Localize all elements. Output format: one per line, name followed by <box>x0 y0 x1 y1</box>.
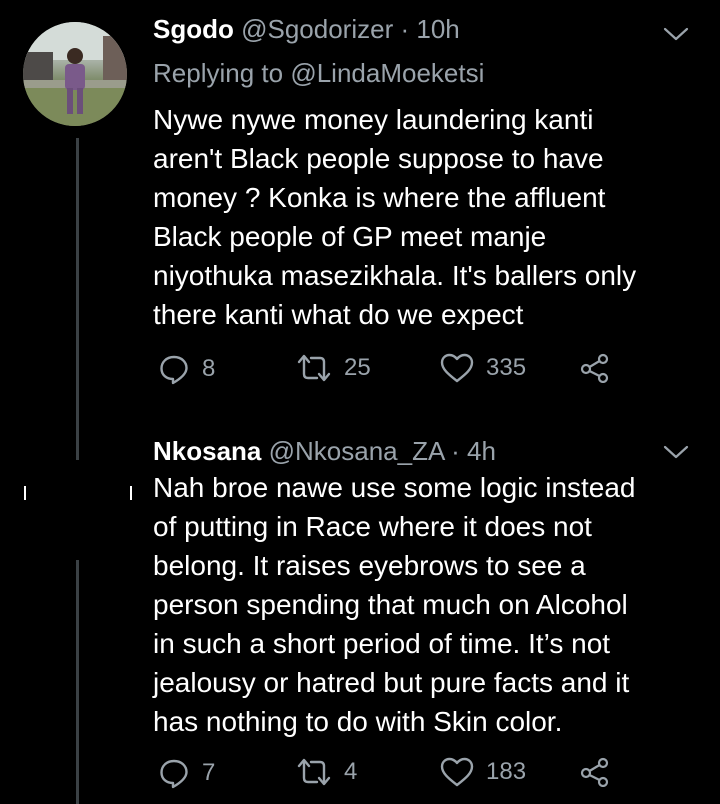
like-button[interactable]: 335 <box>440 353 526 383</box>
tweet-text-line: aren't Black people suppose to have <box>153 143 604 174</box>
display-name[interactable]: Nkosana <box>153 436 261 466</box>
share-icon <box>580 353 609 383</box>
tweet-text-line: Black people of GP meet manje <box>153 221 547 252</box>
tweet-header: Nkosana @Nkosana_ZA · 4h <box>153 436 496 467</box>
retweet-icon <box>297 758 331 786</box>
tweet-actions: 8 25 335 <box>158 353 628 393</box>
thread-line <box>76 560 79 804</box>
heart-icon <box>440 757 474 787</box>
reply-count: 8 <box>202 355 216 382</box>
retweet-button[interactable]: 4 <box>296 757 357 787</box>
tweet-text-line: of putting in Race where it does not <box>153 511 592 542</box>
separator-dot: · <box>400 14 410 44</box>
display-name[interactable]: Sgodo <box>153 14 234 44</box>
tweet-actions: 7 4 183 <box>158 757 628 797</box>
timestamp[interactable]: 10h <box>416 14 459 44</box>
tweet-text: Nywe nywe money laundering kanti aren't … <box>153 100 693 334</box>
tweet-text-line: in such a short period of time. It’s not <box>153 628 611 659</box>
tweet-text-line: jealousy or hatred but pure facts and it <box>153 667 630 698</box>
chevron-down-icon[interactable] <box>662 442 690 462</box>
like-button[interactable]: 183 <box>440 757 526 787</box>
replying-to-handle[interactable]: @LindaMoeketsi <box>290 58 484 88</box>
tweet-text-line: money ? Konka is where the affluent <box>153 182 606 213</box>
tweet-text-line: belong. It raises eyebrows to see a <box>153 550 586 581</box>
user-handle[interactable]: @Nkosana_ZA <box>269 436 444 466</box>
user-handle[interactable]: @Sgodorizer <box>241 14 393 44</box>
tweet-text-line: niyothuka masezikhala. It's ballers only <box>153 260 637 291</box>
replying-to-label: Replying to <box>153 58 284 88</box>
tweet-header: Sgodo @Sgodorizer · 10h <box>153 14 460 45</box>
tweet-text-line: Nywe nywe money laundering kanti <box>153 104 594 135</box>
thread-line <box>76 420 79 460</box>
replying-to: Replying to @LindaMoeketsi <box>153 58 484 89</box>
tweet-text-line: has nothing to do with Skin color. <box>153 706 563 737</box>
divider <box>24 486 26 500</box>
retweet-button[interactable]: 25 <box>296 353 371 383</box>
share-button[interactable] <box>580 353 610 383</box>
share-button[interactable] <box>580 757 610 787</box>
reply-button[interactable]: 7 <box>158 757 215 789</box>
like-count: 335 <box>486 354 527 381</box>
tweet-text-line: Nah broe nawe use some logic instead <box>153 472 636 503</box>
retweet-count: 25 <box>344 354 371 381</box>
reply-icon <box>160 355 188 385</box>
reply-icon <box>160 759 188 789</box>
tweet-sgodo[interactable]: Sgodo @Sgodorizer · 10h Replying to @Lin… <box>0 0 720 420</box>
separator-dot: · <box>451 436 460 466</box>
reply-button[interactable]: 8 <box>158 353 215 385</box>
avatar[interactable] <box>23 22 127 126</box>
retweet-icon <box>297 354 331 382</box>
share-icon <box>580 757 609 787</box>
thread-line <box>76 138 79 420</box>
tweet-text-line: there kanti what do we expect <box>153 299 524 330</box>
tweet-text: Nah broe nawe use some logic instead of … <box>153 468 693 741</box>
chevron-down-icon[interactable] <box>662 24 690 44</box>
reply-count: 7 <box>202 759 216 786</box>
tweet-nkosana[interactable]: Nkosana @Nkosana_ZA · 4h Nah broe nawe u… <box>0 420 720 804</box>
tweet-text-line: person spending that much on Alcohol <box>153 589 628 620</box>
timestamp[interactable]: 4h <box>467 436 496 466</box>
divider <box>130 486 132 500</box>
like-count: 183 <box>486 758 527 785</box>
retweet-count: 4 <box>344 758 358 785</box>
heart-icon <box>440 353 474 383</box>
